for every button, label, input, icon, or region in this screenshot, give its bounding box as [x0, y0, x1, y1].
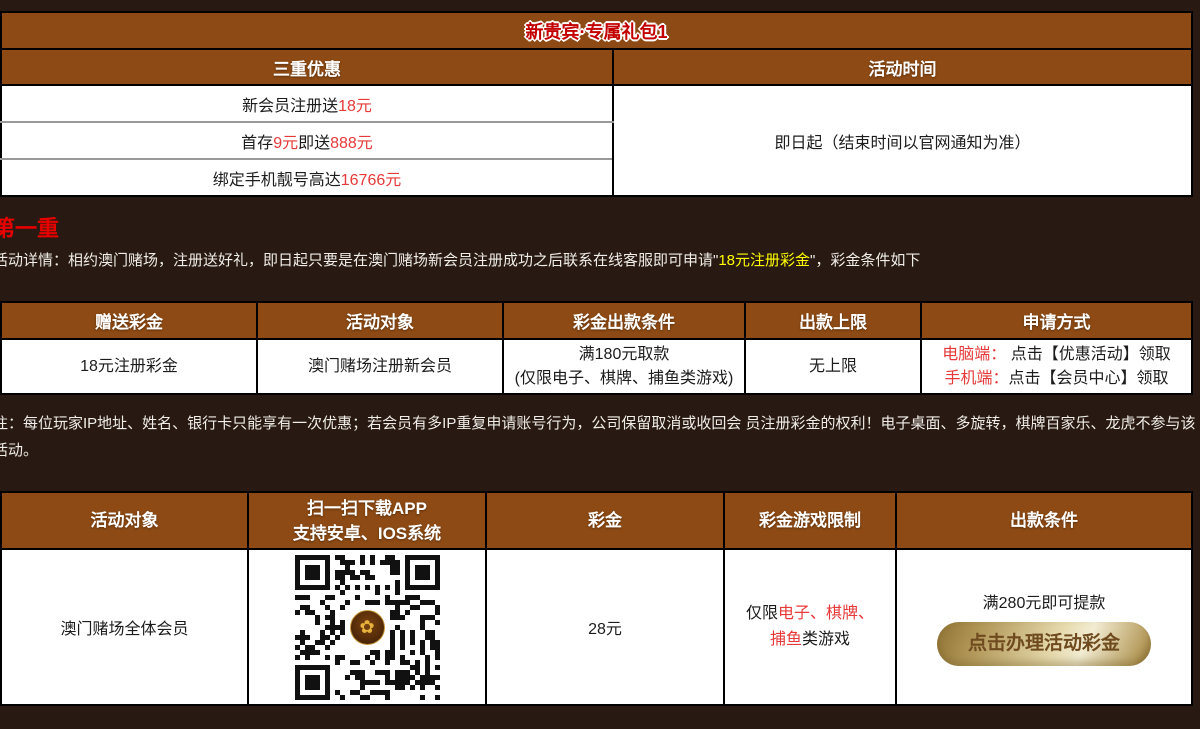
header-qr: 扫一扫下载APP 支持安卓、IOS系统 — [248, 492, 486, 549]
cell-target: 澳门赌场注册新会员 — [257, 339, 503, 394]
header-withdraw2: 出款条件 — [896, 492, 1192, 549]
detail-post: "，彩金条件如下 — [810, 252, 920, 269]
apply-mobile-label: 手机端： — [944, 370, 1008, 387]
withdraw-line1: 满180元取款 — [505, 343, 743, 367]
bonus-conditions-table: 赠送彩金 活动对象 彩金出款条件 出款上限 申请方式 18元注册彩金 澳门赌场注… — [0, 301, 1193, 395]
apply-mobile-text: 点击【会员中心】领取 — [1009, 370, 1169, 387]
app-table-header-row: 活动对象 扫一扫下载APP 支持安卓、IOS系统 彩金 彩金游戏限制 出款条件 — [1, 492, 1192, 549]
promo-title-row: 新贵宾·专属礼包1 — [1, 12, 1192, 49]
terms-note: 注：每位玩家IP地址、姓名、银行卡只能享有一次优惠；若会员有多IP重复申请账号行… — [0, 410, 1197, 464]
promo-page: 新贵宾·专属礼包1 三重优惠 活动时间 新会员注册送18元 即日起（结束时间以官… — [0, 0, 1200, 729]
header-game-restriction: 彩金游戏限制 — [724, 492, 896, 549]
qr-center-logo: ✿ — [347, 607, 388, 648]
promo-summary-table: 新贵宾·专属礼包1 三重优惠 活动时间 新会员注册送18元 即日起（结束时间以官… — [0, 11, 1193, 197]
offer-row: 新会员注册送18元 即日起（结束时间以官网通知为准） — [1, 85, 1192, 122]
app-table-data-row: 澳门赌场全体会员 ✿ 28元 仅限电子、棋牌、捕鱼类游戏 满280元即可提款 点… — [1, 549, 1192, 705]
cell-target2: 澳门赌场全体会员 — [1, 549, 248, 705]
cell-bonus2: 28元 — [486, 549, 724, 705]
casino-emblem-icon: ✿ — [350, 610, 385, 645]
qr-code: ✿ — [295, 555, 440, 700]
cell-bonus: 18元注册彩金 — [1, 339, 257, 394]
header-bonus2: 彩金 — [486, 492, 724, 549]
withdraw-amount-text: 满280元即可提款 — [898, 589, 1190, 613]
offer-1: 新会员注册送18元 — [1, 85, 613, 122]
column-header-offers: 三重优惠 — [1, 49, 613, 85]
cell-apply-method: 电脑端： 点击【优惠活动】领取 手机端：点击【会员中心】领取 — [921, 339, 1192, 394]
header-apply-method: 申请方式 — [921, 302, 1192, 339]
restriction-post: 类游戏 — [802, 631, 850, 648]
header-target2: 活动对象 — [1, 492, 248, 549]
detail-highlight: 18元注册彩金 — [718, 252, 810, 269]
apply-pc-label: 电脑端： — [942, 346, 1006, 363]
section-heading-tier1: 第一重 — [0, 215, 1200, 243]
header-qr-line1: 扫一扫下载APP — [250, 496, 484, 521]
header-bonus: 赠送彩金 — [1, 302, 257, 339]
apply-pc-line: 电脑端： 点击【优惠活动】领取 — [923, 343, 1190, 367]
app-download-table: 活动对象 扫一扫下载APP 支持安卓、IOS系统 彩金 彩金游戏限制 出款条件 … — [0, 491, 1193, 706]
cell-qr: ✿ — [248, 549, 486, 705]
offer-2-text2: 即送 — [298, 135, 330, 152]
activity-time: 即日起（结束时间以官网通知为准） — [613, 85, 1192, 196]
offer-3-amount: 16766元 — [341, 172, 402, 189]
bonus-table-header-row: 赠送彩金 活动对象 彩金出款条件 出款上限 申请方式 — [1, 302, 1192, 339]
bonus-table-data-row: 18元注册彩金 澳门赌场注册新会员 满180元取款 (仅限电子、棋牌、捕鱼类游戏… — [1, 339, 1192, 394]
restriction-pre: 仅限 — [746, 605, 778, 622]
cell-limit: 无上限 — [745, 339, 921, 394]
cell-withdraw-condition: 满180元取款 (仅限电子、棋牌、捕鱼类游戏) — [503, 339, 745, 394]
header-qr-line2: 支持安卓、IOS系统 — [250, 521, 484, 546]
offer-2-text: 首存 — [241, 135, 273, 152]
apply-mobile-line: 手机端：点击【会员中心】领取 — [923, 367, 1190, 391]
withdraw-line2: (仅限电子、棋牌、捕鱼类游戏) — [505, 367, 743, 391]
offer-3-text: 绑定手机靓号高达 — [213, 172, 341, 189]
offer-3: 绑定手机靓号高达16766元 — [1, 159, 613, 196]
activity-detail-text: 活动详情：相约澳门赌场，注册送好礼，即日起只要是在澳门赌场新会员注册成功之后联系… — [0, 250, 1200, 272]
offer-1-amount: 18元 — [338, 98, 372, 115]
apply-pc-text: 点击【优惠活动】领取 — [1006, 346, 1170, 363]
cell-withdraw2: 满280元即可提款 点击办理活动彩金 — [896, 549, 1192, 705]
header-target: 活动对象 — [257, 302, 503, 339]
promo-title: 新贵宾·专属礼包1 — [1, 12, 1192, 49]
detail-pre: 活动详情：相约澳门赌场，注册送好礼，即日起只要是在澳门赌场新会员注册成功之后联系… — [0, 252, 718, 269]
cell-game-restriction: 仅限电子、棋牌、捕鱼类游戏 — [724, 549, 896, 705]
column-header-time: 活动时间 — [613, 49, 1192, 85]
offer-1-text: 新会员注册送 — [242, 98, 338, 115]
claim-bonus-button[interactable]: 点击办理活动彩金 — [937, 622, 1151, 666]
header-withdraw-condition: 彩金出款条件 — [503, 302, 745, 339]
offer-2-amount2: 888元 — [330, 135, 373, 152]
offer-2: 首存9元即送888元 — [1, 122, 613, 159]
promo-header-row: 三重优惠 活动时间 — [1, 49, 1192, 85]
offer-2-amount: 9元 — [273, 135, 298, 152]
header-limit: 出款上限 — [745, 302, 921, 339]
